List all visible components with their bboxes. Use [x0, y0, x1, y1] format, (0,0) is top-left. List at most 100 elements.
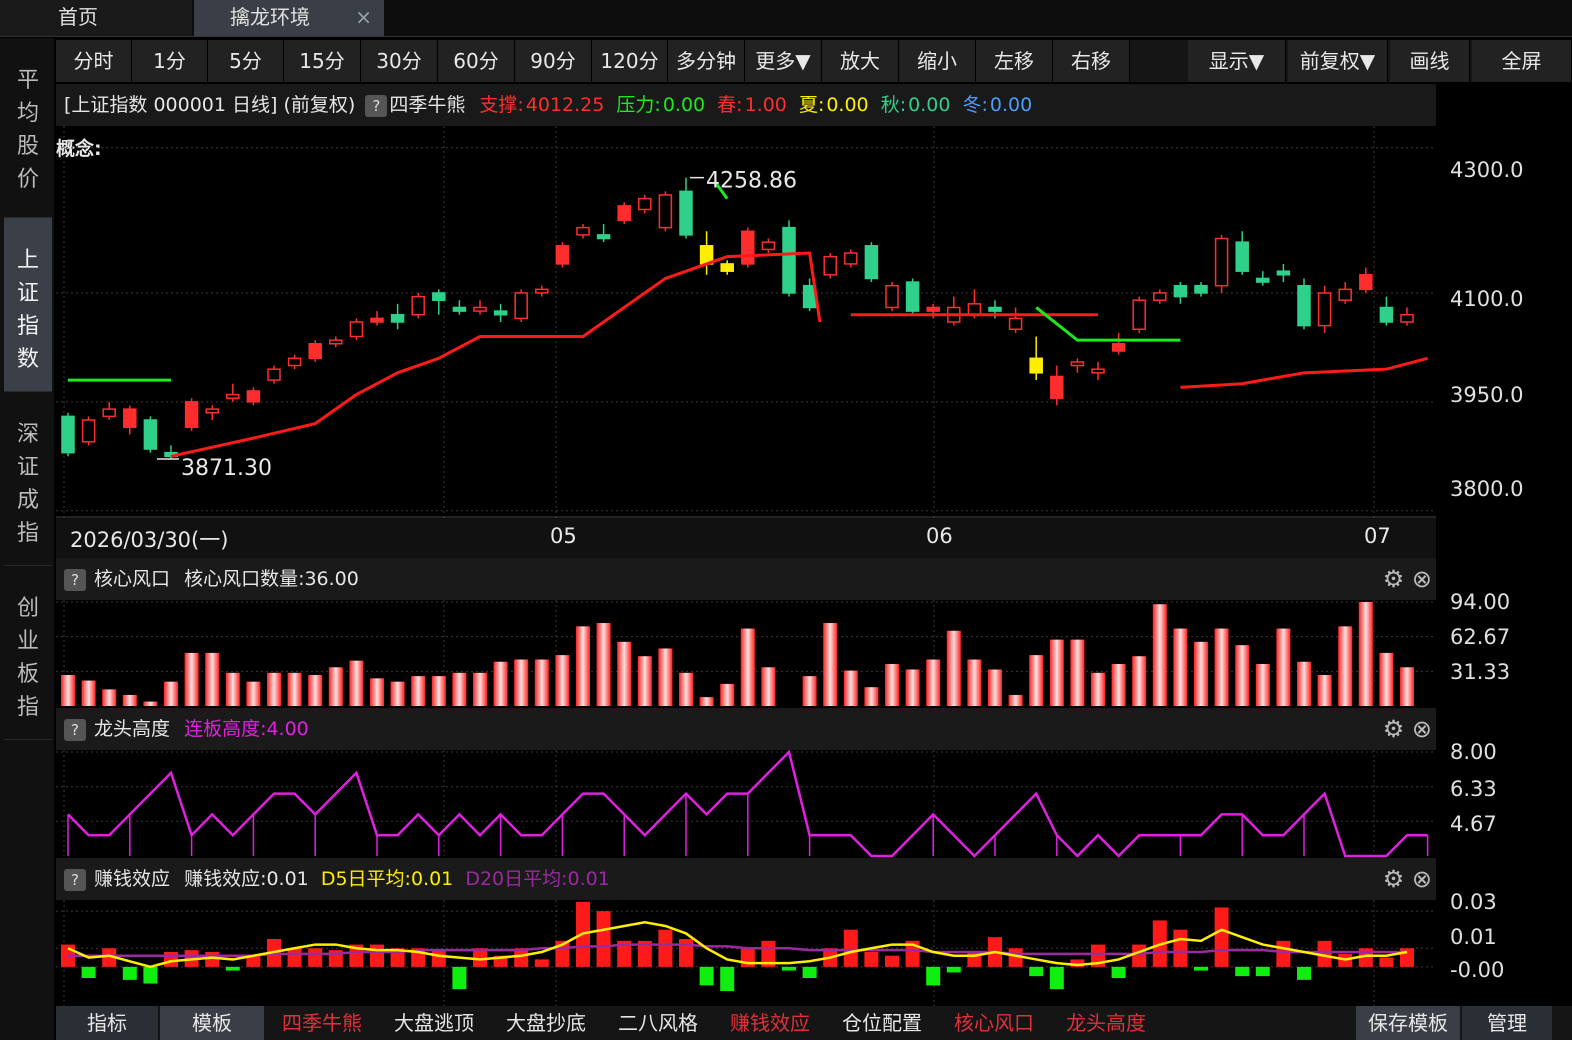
toolbar-btn-60min[interactable]: 60分 [438, 40, 515, 82]
help-icon[interactable]: ? [64, 718, 86, 741]
tab-home[interactable]: 首页 [0, 0, 192, 36]
core-theme-bar [637, 656, 652, 706]
profit-effect-bar [1173, 929, 1188, 967]
candle-body [123, 408, 137, 429]
profit-effect-bar [81, 966, 96, 978]
toolbar-btn-zoom-in[interactable]: 放大 [822, 40, 899, 82]
tab-env[interactable]: 擒龙环境 × [194, 0, 384, 36]
candle-body [267, 368, 281, 381]
core-theme-bar [1214, 628, 1229, 706]
profit-effect-bar [370, 944, 384, 967]
sidebar-item-shanghai[interactable]: 上证指数 [4, 218, 52, 392]
close-icon[interactable]: × [355, 0, 372, 34]
template-item-profit-effect[interactable]: 赚钱效应 [714, 1006, 826, 1040]
sidebar-item-avg-price[interactable]: 平均股价 [4, 38, 52, 218]
core-theme-bar [1070, 639, 1085, 706]
save-template-button[interactable]: 保存模板 [1356, 1006, 1460, 1040]
candle-body [1173, 284, 1188, 298]
core-theme-bar [658, 648, 673, 706]
gear-icon[interactable]: ⚙ [1383, 865, 1405, 893]
core-theme-bar [1049, 639, 1064, 706]
template-item-two-eight[interactable]: 二八风格 [602, 1006, 714, 1040]
date-start: 2026/03/30(一) [70, 528, 229, 552]
toolbar-btn-multi-min[interactable]: 多分钟 [668, 40, 745, 82]
core-theme-bar [452, 672, 467, 706]
candlestick-chart[interactable]: 4258.86 3871.30 [56, 126, 1436, 518]
candle-body [349, 321, 364, 338]
template-item-position[interactable]: 仓位配置 [826, 1006, 938, 1040]
candle-body [308, 343, 322, 360]
candle-body [452, 306, 467, 312]
core-theme-bar [885, 663, 899, 706]
y-tick: 4300.0 [1450, 158, 1524, 182]
toolbar-btn-display[interactable]: 显示▼ [1188, 40, 1286, 82]
toolbar-btn-timeshare[interactable]: 分时 [56, 40, 132, 82]
profit-effect-bar [143, 966, 158, 984]
toolbar-btn-5min[interactable]: 5分 [208, 40, 284, 82]
close-icon[interactable]: ⊗ [1412, 565, 1432, 593]
help-icon[interactable]: ? [64, 568, 86, 591]
candle-body [864, 245, 879, 280]
core-theme-bar [926, 659, 941, 706]
y-tick: 6.33 [1450, 777, 1497, 801]
core-theme-bar [349, 660, 364, 706]
core-theme-bar [184, 652, 199, 706]
core-theme-bar [122, 694, 137, 706]
template-item-four-seasons[interactable]: 四季牛熊 [266, 1006, 378, 1040]
help-icon[interactable]: ? [365, 94, 388, 117]
bottom-tab-indicator[interactable]: 指标 [56, 1006, 158, 1040]
template-item-escape-top[interactable]: 大盘逃顶 [378, 1006, 490, 1040]
core-theme-bar [988, 669, 1002, 706]
sidebar-item-shenzhen[interactable]: 深证成指 [4, 392, 52, 566]
core-theme-bar [1111, 663, 1126, 706]
month-label: 07 [1364, 524, 1391, 548]
toolbar-btn-more[interactable]: 更多▼ [745, 40, 822, 82]
gear-icon[interactable]: ⚙ [1383, 565, 1405, 593]
template-item-core-theme[interactable]: 核心风口 [938, 1006, 1050, 1040]
profit-effect-chart [56, 900, 1436, 1006]
toolbar-btn-30min[interactable]: 30分 [361, 40, 438, 82]
panel-profit-effect-header: ? 赚钱效应 赚钱效应:0.01 D5日平均:0.01 D20日平均:0.01 ⚙… [56, 858, 1436, 900]
profit-effect-bar [699, 966, 714, 986]
candle-body [102, 408, 116, 418]
core-theme-bar [802, 676, 817, 706]
toolbar-btn-90min[interactable]: 90分 [515, 40, 592, 82]
profit-effect-bar [679, 939, 693, 967]
support-line [170, 251, 822, 458]
close-icon[interactable]: ⊗ [1412, 865, 1432, 893]
manage-button[interactable]: 管理 [1462, 1006, 1552, 1040]
core-theme-bar-chart [56, 600, 1436, 706]
sidebar-item-chinext[interactable]: 创业板指 [4, 566, 52, 740]
help-icon[interactable]: ? [64, 868, 86, 891]
y-tick: 3800.0 [1450, 477, 1524, 501]
candle-body [782, 226, 796, 294]
profit-effect-bar [1297, 966, 1311, 980]
toolbar-btn-fullscreen[interactable]: 全屏 [1472, 40, 1572, 82]
toolbar-btn-draw[interactable]: 画线 [1390, 40, 1470, 82]
close-icon[interactable]: ⊗ [1412, 715, 1432, 743]
core-theme-bar [823, 623, 838, 706]
toolbar-btn-move-right[interactable]: 右移 [1053, 40, 1130, 82]
toolbar-btn-15min[interactable]: 15分 [284, 40, 361, 82]
spring-value: 1.00 [744, 94, 787, 116]
gear-icon[interactable]: ⚙ [1383, 715, 1405, 743]
core-theme-bar [555, 655, 570, 706]
candle-body [926, 306, 940, 312]
toolbar-btn-zoom-out[interactable]: 缩小 [899, 40, 976, 82]
candle-body [226, 393, 240, 399]
toolbar-btn-1min[interactable]: 1分 [132, 40, 208, 82]
toolbar-btn-adjust[interactable]: 前复权▼ [1288, 40, 1388, 82]
toolbar-btn-120min[interactable]: 120分 [592, 40, 668, 82]
template-item-leader-height[interactable]: 龙头高度 [1050, 1006, 1162, 1040]
d5-value: D5日平均:0.01 [320, 868, 454, 890]
panel-name: 龙头高度 [94, 718, 171, 740]
candle-body [432, 292, 446, 301]
core-theme-bar [473, 672, 487, 706]
toolbar-btn-move-left[interactable]: 左移 [976, 40, 1053, 82]
pressure-label: 压力: [616, 94, 661, 116]
bottom-tab-template[interactable]: 模板 [160, 1006, 264, 1040]
template-item-bottom-fish[interactable]: 大盘抄底 [490, 1006, 602, 1040]
candle-body [1256, 277, 1270, 283]
core-theme-bar [761, 667, 776, 706]
core-theme-bar [720, 683, 735, 706]
